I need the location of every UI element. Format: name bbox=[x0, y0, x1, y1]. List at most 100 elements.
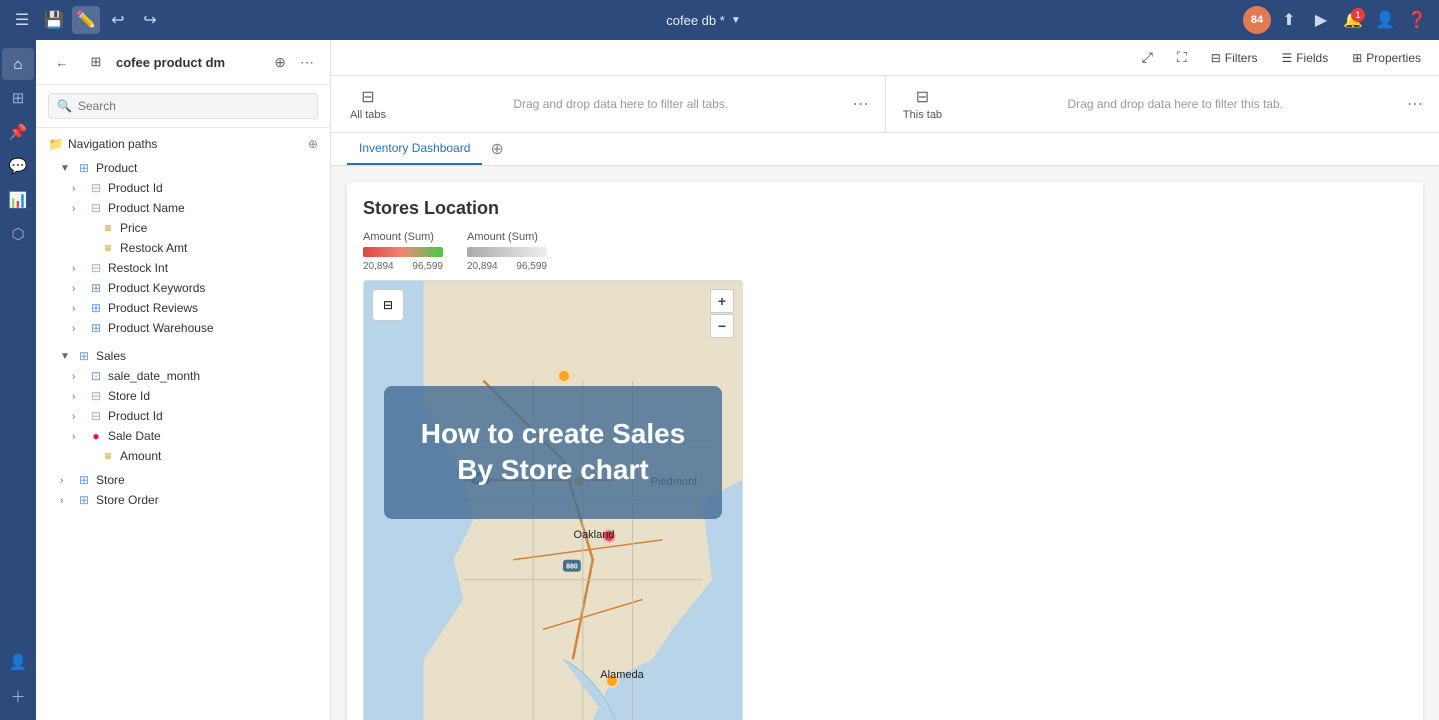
avatar[interactable]: 84 bbox=[1243, 6, 1271, 34]
zoom-fit-icon[interactable]: ⤢ bbox=[1136, 46, 1159, 69]
tab-bar: Inventory Dashboard ⊕ bbox=[331, 133, 1439, 166]
fullscreen-icon[interactable]: ⛶ bbox=[1171, 46, 1193, 69]
tree-item-product-name[interactable]: › ⊟ Product Name bbox=[48, 198, 330, 218]
edit-icon[interactable]: ✏️ bbox=[72, 6, 100, 34]
wh-table-icon: ⊞ bbox=[88, 321, 104, 335]
all-tabs-label[interactable]: ⊟ All tabs bbox=[343, 87, 393, 121]
this-tab-panel: ⊟ This tab Drag and drop data here to fi… bbox=[886, 76, 1439, 132]
product-id-attr-icon: ⊟ bbox=[88, 181, 104, 195]
chat-icon[interactable]: 💬 bbox=[2, 150, 34, 182]
legend-warm-scale bbox=[363, 247, 443, 257]
undo-icon[interactable]: ↩ bbox=[104, 6, 132, 34]
redo-icon[interactable]: ↪ bbox=[136, 6, 164, 34]
so-table-icon: ⊞ bbox=[76, 493, 92, 507]
si-attr-icon: ⊟ bbox=[88, 389, 104, 403]
topbar-right: 84 ⬆ ▶ 🔔 1 👤 ❓ bbox=[1243, 6, 1431, 34]
tree-item-product-keywords[interactable]: › ⊞ Product Keywords bbox=[48, 278, 330, 298]
map-layers-button[interactable]: ⊟ bbox=[372, 289, 404, 321]
search-box[interactable]: 🔍 bbox=[48, 93, 318, 119]
sidebar-header: ← ⊞ cofee product dm ⊕ ⋯ bbox=[36, 40, 330, 85]
home-icon[interactable]: ⌂ bbox=[2, 48, 34, 80]
this-tab-filter-icon: ⊟ bbox=[916, 87, 929, 107]
main-layout: ⌂ ⊞ 📌 💬 📊 ⬡ 👤 ＋ ← ⊞ cofee product dm ⊕ ⋯… bbox=[0, 40, 1439, 720]
properties-icon: ⊞ bbox=[1352, 51, 1362, 65]
tree-item-restock-amt[interactable]: ≡ Restock Amt bbox=[48, 238, 330, 258]
sales-section: ▼ ⊞ Sales › ⊡ sale_date_month › ⊟ Store … bbox=[36, 342, 330, 470]
sidebar-grid-icon[interactable]: ⊞ bbox=[82, 48, 110, 76]
tree-item-amount[interactable]: ≡ Amount bbox=[48, 446, 330, 466]
map-content: Stores Location Amount (Sum) 20,894 96,5… bbox=[331, 166, 1439, 720]
sidebar-back-icon[interactable]: ← bbox=[48, 48, 76, 76]
pin-icon[interactable]: 📌 bbox=[2, 116, 34, 148]
sales-label: Sales bbox=[96, 349, 126, 363]
search-icon: 🔍 bbox=[57, 99, 72, 113]
restock-int-chevron: › bbox=[72, 263, 84, 274]
this-tab-drop-area: Drag and drop data here to filter this t… bbox=[956, 86, 1396, 122]
store-chevron: › bbox=[60, 475, 72, 486]
tree-item-sale-date[interactable]: › ● Sale Date bbox=[48, 426, 330, 446]
all-tabs-more-icon[interactable]: ⋯ bbox=[849, 90, 873, 118]
save-icon[interactable]: 💾 bbox=[40, 6, 68, 34]
sd-chevron: › bbox=[72, 431, 84, 442]
notification-icon[interactable]: 🔔 1 bbox=[1339, 6, 1367, 34]
nav-paths-add-icon[interactable]: ⊕ bbox=[308, 137, 318, 151]
filter-bar: ⊟ All tabs Drag and drop data here to fi… bbox=[331, 76, 1439, 133]
rev-chevron: › bbox=[72, 303, 84, 314]
all-tabs-drop-area: Drag and drop data here to filter all ta… bbox=[401, 86, 841, 122]
tree-item-store-id[interactable]: › ⊟ Store Id bbox=[48, 386, 330, 406]
filter-icon: ⊟ bbox=[1211, 51, 1221, 65]
sales-header[interactable]: ▼ ⊞ Sales bbox=[36, 346, 330, 366]
presentation-icon[interactable]: ▶ bbox=[1307, 6, 1335, 34]
chart-icon[interactable]: 📊 bbox=[2, 184, 34, 216]
plus-bottom-icon[interactable]: ＋ bbox=[2, 680, 34, 712]
filters-button[interactable]: ⊟ Filters bbox=[1205, 48, 1264, 68]
tree-item-product-warehouse[interactable]: › ⊞ Product Warehouse bbox=[48, 318, 330, 338]
tree-item-price[interactable]: ≡ Price bbox=[48, 218, 330, 238]
zoom-out-button[interactable]: − bbox=[710, 314, 734, 338]
spi-chevron: › bbox=[72, 411, 84, 422]
how-to-overlay[interactable]: How to create Sales By Store chart bbox=[384, 386, 722, 519]
tree-item-store-order[interactable]: › ⊞ Store Order bbox=[36, 490, 330, 510]
sidebar: ← ⊞ cofee product dm ⊕ ⋯ 🔍 📁 Navigation … bbox=[36, 40, 331, 720]
tab-inventory-dashboard[interactable]: Inventory Dashboard bbox=[347, 133, 482, 165]
properties-button[interactable]: ⊞ Properties bbox=[1346, 48, 1427, 68]
folder-icon: 📁 bbox=[48, 137, 64, 151]
tree-item-product-reviews[interactable]: › ⊞ Product Reviews bbox=[48, 298, 330, 318]
fields-icon: ☰ bbox=[1281, 51, 1292, 65]
kw-table-icon: ⊞ bbox=[88, 281, 104, 295]
menu-icon[interactable]: ☰ bbox=[8, 6, 36, 34]
sidebar-add-icon[interactable]: ⊕ bbox=[270, 52, 290, 73]
route-icon[interactable]: ⬡ bbox=[2, 218, 34, 250]
help-icon[interactable]: ❓ bbox=[1403, 6, 1431, 34]
this-tab-more-icon[interactable]: ⋯ bbox=[1403, 90, 1427, 118]
zoom-in-button[interactable]: + bbox=[710, 289, 734, 313]
tree-item-store[interactable]: › ⊞ Store bbox=[36, 470, 330, 490]
sidebar-tree: 📁 Navigation paths ⊕ ▼ ⊞ Product › ⊟ Pro… bbox=[36, 128, 330, 720]
topbar: ☰ 💾 ✏️ ↩ ↪ cofee db * ▼ 84 ⬆ ▶ 🔔 1 👤 ❓ bbox=[0, 0, 1439, 40]
legend-gray-label: Amount (Sum) bbox=[467, 231, 547, 243]
db-dropdown-icon[interactable]: ▼ bbox=[731, 15, 741, 26]
legend-warm-nums: 20,894 96,599 bbox=[363, 261, 443, 272]
si-chevron: › bbox=[72, 391, 84, 402]
all-tabs-filter-icon: ⊟ bbox=[361, 87, 374, 107]
tree-item-sales-product-id[interactable]: › ⊟ Product Id bbox=[48, 406, 330, 426]
sdm-date-icon: ⊡ bbox=[88, 369, 104, 383]
overlay-text: How to create Sales By Store chart bbox=[404, 416, 702, 489]
tree-item-product-id[interactable]: › ⊟ Product Id bbox=[48, 178, 330, 198]
sidebar-title: cofee product dm bbox=[116, 55, 264, 70]
data-icon[interactable]: ⊞ bbox=[2, 82, 34, 114]
so-chevron: › bbox=[60, 495, 72, 506]
sidebar-more-icon[interactable]: ⋯ bbox=[296, 52, 318, 73]
search-input[interactable] bbox=[78, 99, 309, 113]
fields-button[interactable]: ☰ Fields bbox=[1275, 48, 1334, 68]
product-header[interactable]: ▼ ⊞ Product bbox=[36, 158, 330, 178]
this-tab-label[interactable]: ⊟ This tab bbox=[898, 87, 948, 121]
user-icon[interactable]: 👤 bbox=[1371, 6, 1399, 34]
tab-add-icon[interactable]: ⊕ bbox=[482, 135, 511, 163]
share-icon[interactable]: ⬆ bbox=[1275, 6, 1303, 34]
tree-item-restock-int[interactable]: › ⊟ Restock Int bbox=[48, 258, 330, 278]
person-icon[interactable]: 👤 bbox=[2, 646, 34, 678]
tree-item-sale-date-month[interactable]: › ⊡ sale_date_month bbox=[48, 366, 330, 386]
nav-paths-item[interactable]: 📁 Navigation paths ⊕ bbox=[36, 134, 330, 154]
spi-attr-icon: ⊟ bbox=[88, 409, 104, 423]
